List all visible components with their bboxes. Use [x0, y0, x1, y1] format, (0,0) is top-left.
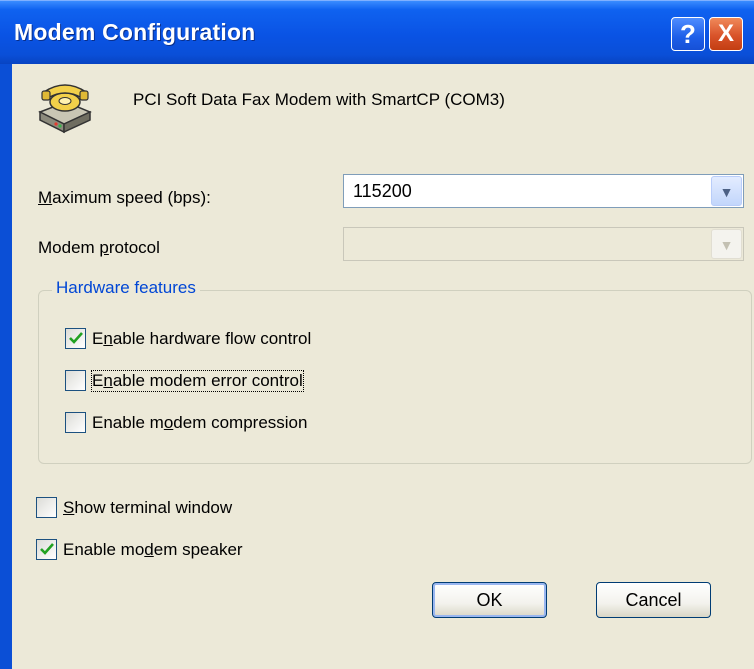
- enable-modem-speaker-checkbox[interactable]: Enable modem speaker: [36, 539, 243, 560]
- modem-protocol-label: Modem protocol: [38, 238, 160, 257]
- close-button[interactable]: X: [709, 17, 743, 51]
- enable-modem-speaker-label: Enable modem speaker: [63, 539, 243, 559]
- hardware-flow-control-label: Enable hardware flow control: [92, 328, 312, 348]
- hardware-flow-control-checkbox[interactable]: Enable hardware flow control: [65, 328, 311, 349]
- show-terminal-window-checkbox[interactable]: Show terminal window: [36, 497, 232, 518]
- modem-compression-label: Enable modem compression: [92, 412, 308, 432]
- check-icon: [69, 332, 83, 344]
- checkbox-box[interactable]: [65, 412, 86, 433]
- checkbox-box[interactable]: [65, 370, 86, 391]
- telephone-modem-icon: [38, 84, 92, 134]
- ok-button[interactable]: OK: [432, 582, 547, 618]
- modem-protocol-select: ▼: [343, 227, 744, 261]
- chevron-down-icon: ▼: [711, 229, 742, 259]
- checkbox-box[interactable]: [36, 539, 57, 560]
- chevron-down-icon[interactable]: ▼: [711, 176, 742, 206]
- title-bar[interactable]: Modem Configuration ? X: [0, 0, 754, 64]
- modem-name: PCI Soft Data Fax Modem with SmartCP (CO…: [133, 90, 505, 109]
- cancel-button[interactable]: Cancel: [596, 582, 711, 618]
- modem-configuration-dialog: Modem Configuration ? X PCI Soft Data Fa…: [0, 0, 754, 669]
- dialog-title: Modem Configuration: [14, 19, 256, 45]
- max-speed-value: 115200: [353, 181, 412, 201]
- modem-error-control-checkbox[interactable]: Enable modem error control: [65, 369, 304, 392]
- help-button[interactable]: ?: [671, 17, 705, 51]
- hardware-features-legend: Hardware features: [52, 278, 200, 298]
- dialog-body: PCI Soft Data Fax Modem with SmartCP (CO…: [12, 64, 754, 669]
- checkbox-box[interactable]: [65, 328, 86, 349]
- check-icon: [40, 543, 54, 555]
- show-terminal-window-label: Show terminal window: [63, 497, 233, 517]
- max-speed-select[interactable]: 115200 ▼: [343, 174, 744, 208]
- modem-compression-checkbox[interactable]: Enable modem compression: [65, 412, 307, 433]
- max-speed-label: Maximum speed (bps):: [38, 188, 211, 207]
- checkbox-box[interactable]: [36, 497, 57, 518]
- modem-error-control-label: Enable modem error control: [91, 369, 304, 392]
